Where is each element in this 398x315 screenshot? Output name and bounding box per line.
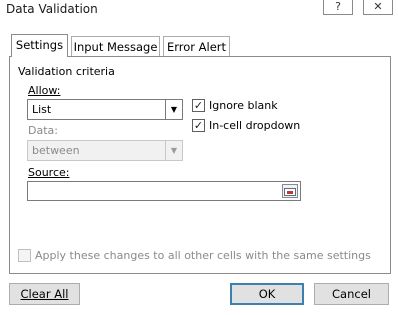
dialog-title: Data Validation xyxy=(6,2,98,16)
help-icon: ? xyxy=(335,0,341,13)
source-label: Source: xyxy=(28,166,70,179)
in-cell-dropdown-label: In-cell dropdown xyxy=(209,119,301,132)
close-icon: ✕ xyxy=(373,0,383,13)
allow-select-value: List xyxy=(32,103,52,116)
data-select-value: between xyxy=(32,144,80,157)
apply-all-label: Apply these changes to all other cells w… xyxy=(35,249,371,262)
chevron-down-icon: ▼ xyxy=(165,141,182,160)
tab-input-message[interactable]: Input Message xyxy=(71,36,160,56)
settings-panel xyxy=(9,56,391,274)
tab-settings[interactable]: Settings xyxy=(11,34,68,57)
allow-label: Allow: xyxy=(28,84,61,97)
ok-button[interactable]: OK xyxy=(230,283,304,305)
close-button[interactable]: ✕ xyxy=(363,0,393,15)
validation-criteria-heading: Validation criteria xyxy=(18,65,115,78)
checkmark-icon: ✓ xyxy=(193,99,204,112)
allow-select[interactable]: List ▼ xyxy=(27,99,183,120)
tab-error-alert[interactable]: Error Alert xyxy=(163,36,230,56)
source-input[interactable] xyxy=(27,181,301,201)
ignore-blank-label: Ignore blank xyxy=(209,99,278,112)
clear-all-label: Clear All xyxy=(20,287,69,301)
ignore-blank-checkbox[interactable]: ✓ xyxy=(192,99,205,112)
checkmark-icon: ✓ xyxy=(193,119,204,132)
collapse-dialog-icon[interactable] xyxy=(282,184,298,198)
chevron-down-icon[interactable]: ▼ xyxy=(165,100,182,119)
help-button[interactable]: ? xyxy=(323,0,353,15)
data-label: Data: xyxy=(28,124,58,137)
cancel-button[interactable]: Cancel xyxy=(314,283,389,305)
data-select: between ▼ xyxy=(27,140,183,161)
apply-all-checkbox xyxy=(18,249,31,262)
in-cell-dropdown-checkbox[interactable]: ✓ xyxy=(192,119,205,132)
clear-all-button[interactable]: Clear All xyxy=(9,283,80,305)
